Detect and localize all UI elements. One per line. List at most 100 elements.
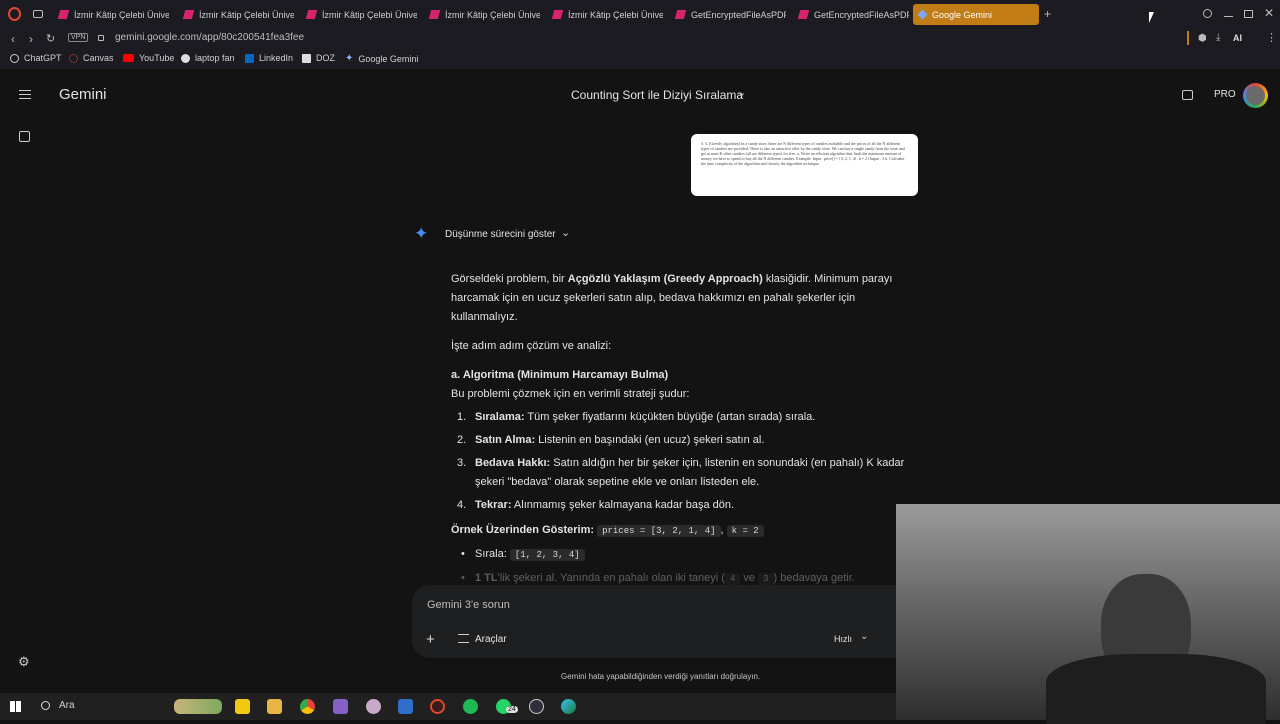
bookmark-label: Google Gemini — [358, 53, 419, 64]
tab-label: İzmir Kâtip Çelebi Üniver — [199, 9, 294, 20]
chrome-icon[interactable] — [300, 699, 315, 714]
bookmark-chatgpt[interactable]: ChatGPT — [10, 53, 62, 63]
tab-izmir-1[interactable]: İzmir Kâtip Çelebi Üniver — [57, 4, 169, 25]
bookmark-label: LinkedIn — [259, 53, 294, 63]
attached-image[interactable]: 3. 3. (Greedy algorithm) In a candy stor… — [691, 134, 918, 196]
conversation-title: Counting Sort ile Diziyi Sıralama — [571, 88, 744, 102]
address-bar: ‹ › ↻ VPN gemini.google.com/app/80c20054… — [0, 29, 1280, 49]
download-icon[interactable]: ⤓ — [1216, 32, 1220, 43]
bookmark-linkedin[interactable]: LinkedIn — [245, 53, 293, 63]
share-icon[interactable] — [1182, 90, 1193, 100]
search-icon[interactable] — [41, 701, 50, 710]
snapshot-icon[interactable]: ⬢ — [1198, 33, 1207, 44]
tab-favicon-icon — [797, 10, 810, 19]
vpn-badge[interactable]: VPN — [68, 33, 89, 42]
tab-label: İzmir Kâtip Çelebi Üniver — [74, 9, 169, 20]
tab-google-gemini[interactable]: Google Gemini — [913, 4, 1039, 25]
obs-icon[interactable] — [529, 699, 544, 714]
chatgpt-icon — [10, 53, 19, 63]
new-chat-icon[interactable] — [19, 131, 30, 142]
step-intro: İşte adım adım çözüm ve analizi: — [451, 340, 612, 352]
lock-icon[interactable] — [98, 35, 104, 41]
thinking-label: Düşünme sürecini göster — [445, 229, 556, 240]
edge-icon[interactable] — [561, 699, 576, 714]
tab-label: GetEncryptedFileAsPDF — [814, 9, 909, 20]
bookmark-canvas[interactable]: Canvas — [69, 53, 114, 63]
tab-izmir-3[interactable]: İzmir Kâtip Çelebi Üniver — [305, 4, 417, 25]
opera-logo-icon[interactable] — [8, 7, 21, 21]
aria-icon[interactable]: AI — [1233, 33, 1242, 43]
bookmark-label: YouTube — [139, 53, 175, 63]
gemini-spark-icon: ✦ — [345, 53, 354, 64]
tab-favicon-icon — [917, 9, 928, 20]
tab-label: Google Gemini — [932, 9, 993, 20]
avatar[interactable] — [1243, 83, 1268, 108]
menu-icon[interactable]: ⋮ — [1266, 31, 1277, 44]
chevron-down-icon: ⌄ — [860, 631, 869, 642]
response-body: Görseldeki problem, bir Açgözlü Yaklaşım… — [451, 270, 921, 589]
new-tab-icon[interactable]: + — [1044, 7, 1051, 21]
pro-badge: PRO — [1214, 89, 1236, 100]
person-body — [1046, 654, 1266, 724]
spotify-icon[interactable] — [463, 699, 478, 714]
chevron-down-icon: ⌄ — [561, 227, 571, 239]
bookmarks-bar: ChatGPT Canvas YouTube laptop fan Linked… — [0, 49, 1280, 69]
minimize-icon[interactable] — [1224, 16, 1233, 17]
settings-icon[interactable]: ⚙ — [18, 654, 30, 670]
example-line: Örnek Üzerinden Gösterim: prices = [3, 2… — [451, 521, 921, 541]
tab-izmir-5[interactable]: İzmir Kâtip Çelebi Üniver — [551, 4, 663, 25]
widget-icon[interactable] — [174, 699, 222, 714]
bookmark-label: ChatGPT — [24, 53, 62, 63]
tab-favicon-icon — [428, 10, 441, 19]
taskbar-search[interactable]: Ara — [59, 700, 75, 711]
back-icon[interactable]: ‹ — [11, 32, 15, 46]
hamburger-menu-icon[interactable] — [19, 90, 31, 99]
bookmark-label: Canvas — [83, 53, 114, 63]
list-item: 2. Satın Alma: Listenin en başındaki (en … — [457, 434, 765, 446]
tab-izmir-4[interactable]: İzmir Kâtip Çelebi Üniver — [428, 4, 540, 25]
reload-icon[interactable]: ↻ — [46, 32, 55, 45]
restore-icon[interactable] — [1244, 10, 1253, 18]
app-icon[interactable] — [366, 699, 381, 714]
list-item: 4. Tekrar: Alınmamış şeker kalmayana kada… — [457, 499, 735, 511]
model-mode-button[interactable]: Hızlı — [834, 634, 852, 644]
file-explorer-icon[interactable] — [267, 699, 282, 714]
tab-favicon-icon — [551, 10, 564, 19]
heading-algorithm: a. Algoritma (Minimum Harcamayı Bulma) — [451, 369, 669, 381]
doz-icon — [302, 53, 311, 63]
bookmark-laptop-fan[interactable]: laptop fan — [181, 53, 235, 63]
response-intro: Görseldeki problem, bir Açgözlü Yaklaşım… — [451, 273, 893, 323]
bookmark-google-gemini[interactable]: ✦ Google Gemini — [345, 53, 418, 64]
bookmark-youtube[interactable]: YouTube — [123, 53, 174, 63]
opera-icon[interactable] — [430, 699, 445, 714]
azure-data-studio-icon[interactable] — [398, 699, 413, 714]
sticky-notes-icon[interactable] — [235, 699, 250, 714]
workspaces-icon[interactable] — [33, 10, 43, 18]
bookmark-doz[interactable]: DOZ — [302, 53, 335, 63]
windows-start-icon[interactable] — [10, 701, 21, 712]
tab-favicon-icon — [182, 10, 195, 19]
list-item: Sırala: [1, 2, 3, 4] — [451, 545, 921, 565]
search-tabs-icon[interactable] — [1203, 9, 1212, 18]
prompt-box[interactable] — [412, 585, 912, 658]
app-title: Gemini — [59, 86, 107, 103]
tab-label: GetEncryptedFileAsPDF — [691, 9, 786, 20]
tab-getencrypted-2[interactable]: GetEncryptedFileAsPDF — [797, 4, 909, 25]
tools-button[interactable]: Araçlar — [475, 634, 507, 645]
tab-getencrypted-1[interactable]: GetEncryptedFileAsPDF — [674, 4, 786, 25]
tab-label: İzmir Kâtip Çelebi Üniver — [322, 9, 417, 20]
visual-studio-icon[interactable] — [333, 699, 348, 714]
url-field[interactable]: gemini.google.com/app/80c200541fea3fee — [115, 32, 304, 43]
webcam-overlay — [896, 504, 1280, 724]
mouse-cursor-icon — [1149, 12, 1154, 23]
tab-izmir-2[interactable]: İzmir Kâtip Çelebi Üniver — [182, 4, 294, 25]
forward-icon[interactable]: › — [29, 32, 33, 46]
tab-favicon-icon — [57, 10, 70, 19]
address-separator — [1187, 31, 1189, 45]
close-icon[interactable]: ✕ — [1264, 6, 1274, 20]
code-prices: prices = [3, 2, 1, 4] — [597, 525, 721, 537]
browser-tab-bar: İzmir Kâtip Çelebi Üniver İzmir Kâtip Çe… — [0, 0, 1280, 29]
prompt-input[interactable]: Gemini 3'e sorun — [427, 599, 510, 611]
add-icon[interactable]: + — [426, 631, 435, 648]
windows-taskbar: Ara 24 — [0, 693, 896, 720]
